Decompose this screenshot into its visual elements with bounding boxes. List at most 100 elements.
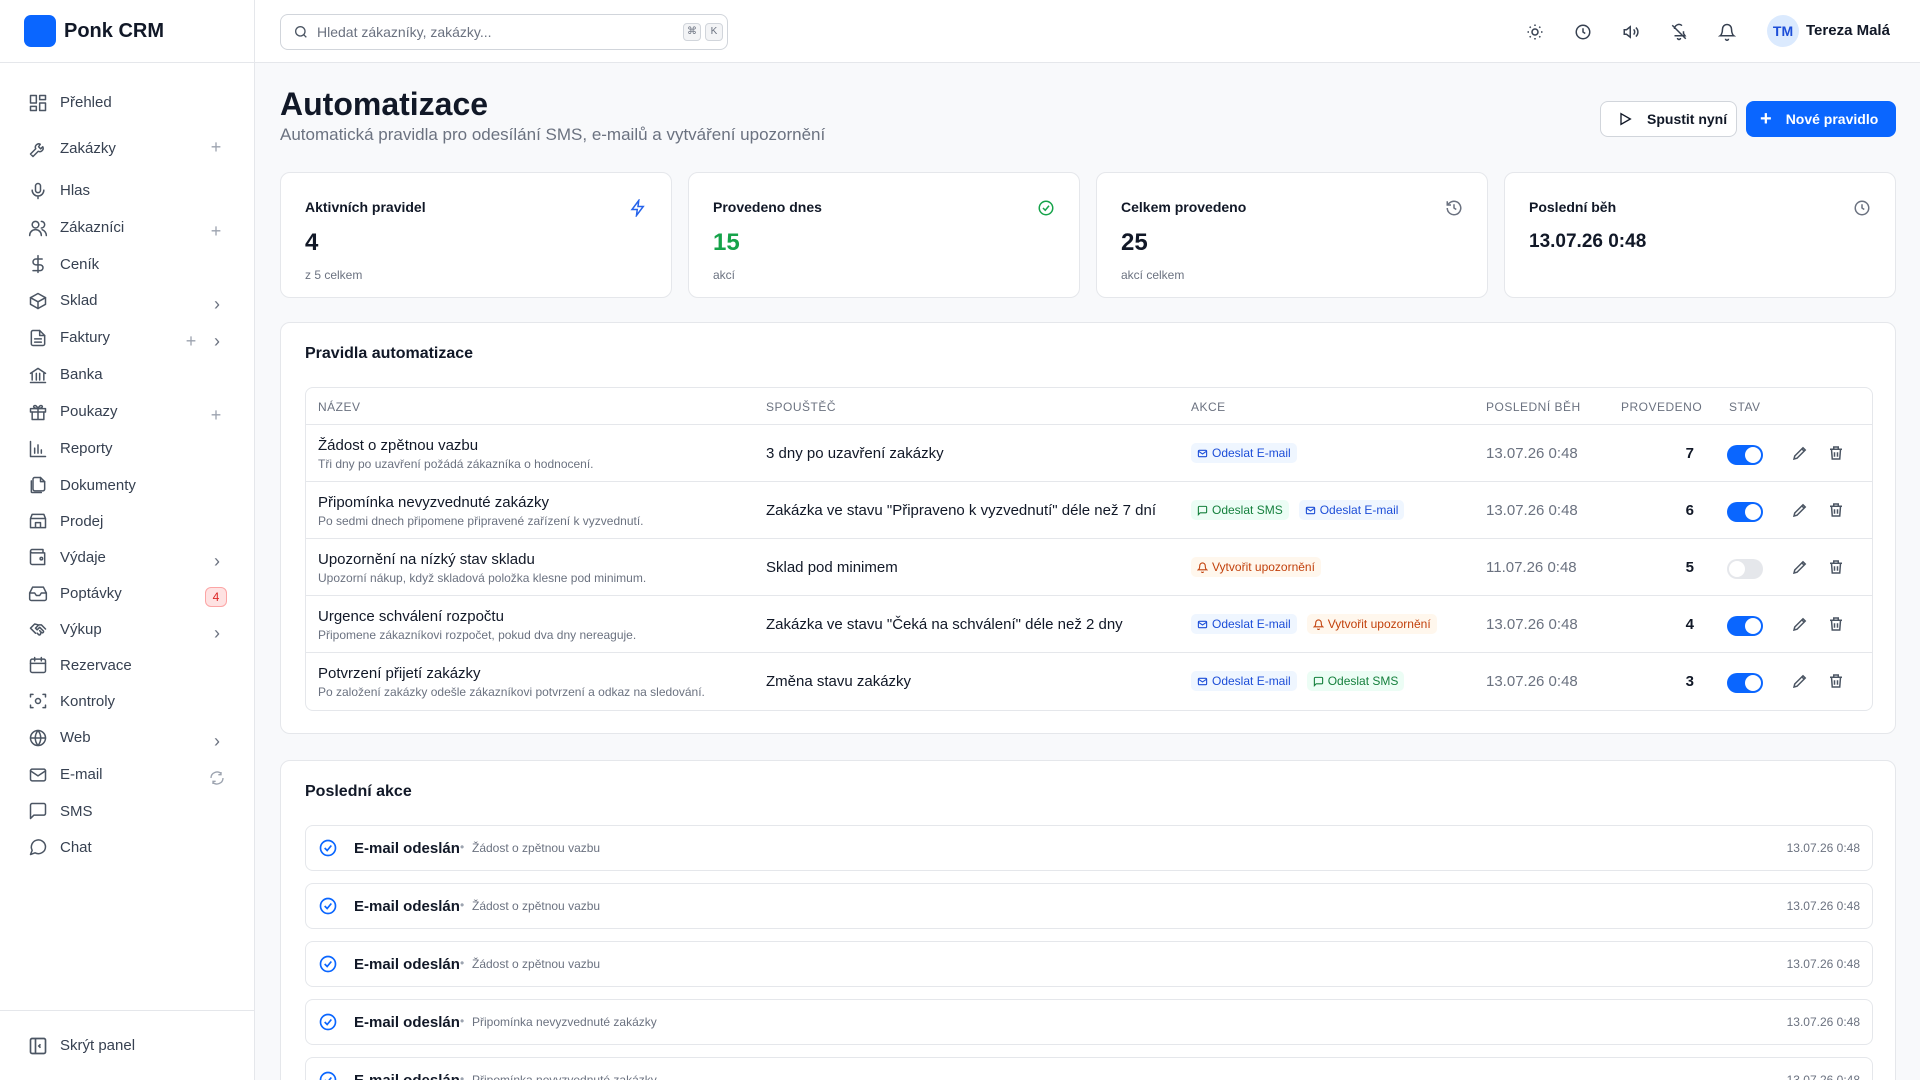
list-item[interactable]: E-mail odeslán • Žádost o zpětnou vazbu 13.… [305, 883, 1873, 929]
table-row[interactable]: Urgence schválení rozpočtu Připomene záka… [306, 596, 1872, 653]
sidebar-item-label: Rezervace [60, 656, 132, 674]
sidebar-item-vykup[interactable]: Výkup › [0, 611, 254, 647]
mic-icon [28, 181, 48, 201]
action-badge: Odeslat SMS [1191, 500, 1289, 520]
sidebar-item-hlas[interactable]: Hlas [0, 172, 254, 209]
table-row[interactable]: Žádost o zpětnou vazbu Tři dny po uzavřen… [306, 425, 1872, 482]
sidebar-item-rezervace[interactable]: Rezervace [0, 647, 254, 683]
col-trigger: SPOUŠTĚČ [766, 400, 837, 414]
sidebar-item-web[interactable]: Web › [0, 719, 254, 756]
status-toggle[interactable] [1727, 502, 1763, 522]
status-toggle[interactable] [1727, 673, 1763, 693]
new-rule-button[interactable]: + Nové pravidlo [1746, 101, 1896, 137]
edit-icon[interactable] [1791, 558, 1809, 576]
sidebar-nav: Přehled Zakázky + Hlas Zákazníci + Ceník Sklad ›… [0, 63, 254, 865]
sidebar-item-chat[interactable]: Chat [0, 829, 254, 865]
bell-off-icon[interactable] [1669, 22, 1689, 42]
sidebar-item-sms[interactable]: SMS [0, 793, 254, 829]
sidebar-item-label: SMS [60, 802, 93, 820]
sidebar-item-poukazy[interactable]: Poukazy + [0, 393, 254, 430]
sidebar-item-zakazky[interactable]: Zakázky + [0, 125, 254, 172]
list-item[interactable]: E-mail odeslán• Připomínka nevyzvednuté z… [305, 999, 1873, 1045]
edit-icon[interactable] [1791, 501, 1809, 519]
list-item[interactable]: E-mail odeslán• Připomínka nevyzvednuté z… [305, 1057, 1873, 1080]
col-name: NÁZEV [318, 400, 361, 414]
chevron-right-icon[interactable]: › [207, 731, 227, 751]
sun-icon[interactable] [1525, 22, 1545, 42]
hide-panel-button[interactable]: Skrýt panel [0, 1010, 255, 1080]
edit-icon[interactable] [1791, 444, 1809, 462]
trash-icon[interactable] [1827, 444, 1845, 462]
sidebar-item-label: Banka [60, 366, 103, 383]
stat-sub: akcí [713, 268, 736, 282]
sidebar-item-prehled[interactable]: Přehled [0, 80, 254, 125]
check-circle-icon [1037, 199, 1055, 217]
clock-icon[interactable] [1573, 22, 1593, 42]
trash-icon[interactable] [1827, 558, 1845, 576]
rule-description: Připomene zákazníkovi rozpočet, pokud dv… [318, 628, 637, 642]
message-icon [28, 801, 48, 821]
brand[interactable]: Ponk CRM [0, 0, 254, 63]
sidebar-item-reporty[interactable]: Reporty [0, 430, 254, 467]
sidebar-item-faktury[interactable]: Faktury + › [0, 319, 254, 356]
separator-dot: • [460, 898, 465, 912]
sidebar-item-dokumenty[interactable]: Dokumenty [0, 467, 254, 503]
status-toggle[interactable] [1727, 616, 1763, 636]
message-icon [1313, 676, 1324, 687]
run-now-button[interactable]: Spustit nyní [1600, 101, 1737, 137]
sync-icon[interactable] [207, 768, 227, 788]
action-title: E-mail odeslán [354, 956, 460, 973]
separator-dot: • [460, 840, 465, 854]
sidebar-item-banka[interactable]: Banka [0, 356, 254, 393]
check-circle-icon [318, 1012, 338, 1032]
rule-actions: Odeslat E-mail Vytvořit upozornění [1191, 614, 1437, 634]
chevron-right-icon[interactable]: › [207, 551, 227, 571]
search-input[interactable]: Hledat zákazníky, zakázky... ⌘ K [280, 14, 728, 50]
chevron-right-icon[interactable]: › [207, 623, 227, 643]
edit-icon[interactable] [1791, 672, 1809, 690]
action-badge: Odeslat E-mail [1298, 500, 1405, 520]
trash-icon[interactable] [1827, 501, 1845, 519]
stat-title: Celkem provedeno [1121, 199, 1247, 215]
sidebar-item-e-mail[interactable]: E-mail [0, 756, 254, 793]
chat-icon [28, 837, 48, 857]
play-icon [1620, 112, 1632, 126]
chevron-right-icon[interactable]: › [207, 331, 227, 351]
bell-icon[interactable] [1717, 22, 1737, 42]
status-toggle[interactable] [1727, 559, 1763, 579]
add-icon[interactable]: + [206, 221, 226, 241]
table-row[interactable]: Upozornění na nízký stav skladu Upozorní … [306, 539, 1872, 596]
add-icon[interactable]: + [181, 331, 201, 351]
user-name[interactable]: Tereza Malá [1806, 22, 1890, 39]
chevron-right-icon[interactable]: › [207, 294, 227, 314]
rule-last-run: 13.07.26 0:48 [1486, 616, 1578, 633]
list-item[interactable]: E-mail odeslán • Žádost o zpětnou vazbu 13.… [305, 941, 1873, 987]
rule-trigger: Zakázka ve stavu "Čeká na schválení" dél… [766, 616, 1123, 633]
page-title: Automatizace [280, 86, 489, 122]
sidebar-item-prodej[interactable]: Prodej [0, 503, 254, 539]
volume-icon[interactable] [1621, 22, 1641, 42]
sidebar-item-vydaje[interactable]: Výdaje › [0, 539, 254, 575]
stat-title: Poslední běh [1529, 199, 1617, 215]
wrench-icon [28, 139, 48, 159]
sidebar-item-kontroly[interactable]: Kontroly [0, 683, 254, 719]
trash-icon[interactable] [1827, 672, 1845, 690]
table-row[interactable]: Potvrzení přijetí zakázky Po založení zak… [306, 653, 1872, 710]
action-label: Odeslat SMS [1212, 503, 1283, 517]
list-item[interactable]: E-mail odeslán • Žádost o zpětnou vazbu 13.… [305, 825, 1873, 871]
sidebar-item-zakaznici[interactable]: Zákazníci + [0, 209, 254, 246]
sidebar-item-sklad[interactable]: Sklad › [0, 282, 254, 319]
search-placeholder: Hledat zákazníky, zakázky... [317, 24, 492, 40]
add-icon[interactable]: + [206, 405, 226, 425]
sidebar-item-cenik[interactable]: Ceník [0, 246, 254, 282]
edit-icon[interactable] [1791, 615, 1809, 633]
sidebar-item-poptavky[interactable]: Poptávky 4 [0, 575, 254, 611]
topbar: Hledat zákazníky, zakázky... ⌘ K TM Tere… [255, 0, 1920, 63]
action-title: E-mail odeslán [354, 1014, 460, 1031]
trash-icon[interactable] [1827, 615, 1845, 633]
table-row[interactable]: Připomínka nevyzvednuté zakázky Po sedmi … [306, 482, 1872, 539]
sidebar-item-label: Přehled [60, 94, 112, 111]
status-toggle[interactable] [1727, 445, 1763, 465]
add-icon[interactable]: + [206, 137, 226, 157]
avatar[interactable]: TM [1767, 15, 1799, 47]
